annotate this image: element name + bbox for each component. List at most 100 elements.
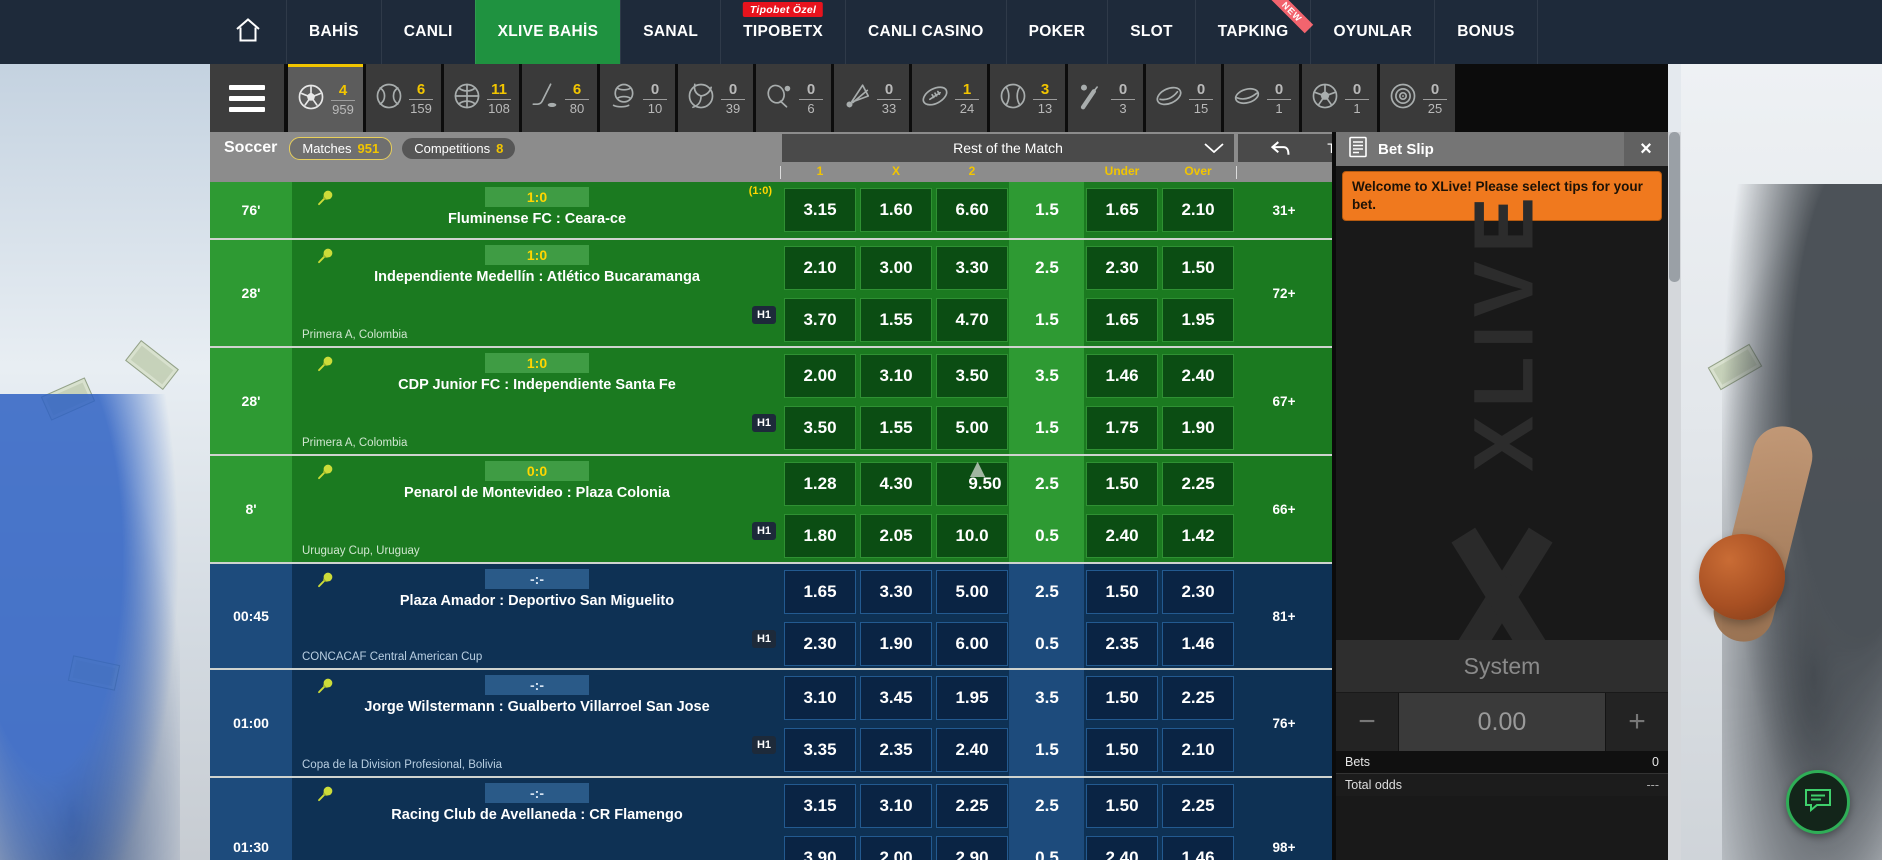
back-button[interactable] <box>1252 134 1308 162</box>
odds-x[interactable]: 1.55 <box>860 298 932 342</box>
odds-over[interactable]: 2.25 <box>1162 462 1234 506</box>
odds-under[interactable]: 2.40 <box>1086 836 1158 860</box>
odds-2[interactable]: 2.90 <box>936 836 1008 860</box>
matches-filter-button[interactable]: Matches 951 <box>289 137 392 160</box>
odds-2[interactable]: 5.00 <box>936 406 1008 450</box>
more-markets-count[interactable]: 76+ <box>1236 670 1332 776</box>
ice-hockey-tab[interactable]: 680 <box>522 64 597 132</box>
basketball-tab[interactable]: 11108 <box>444 64 519 132</box>
handball-tab[interactable]: 010 <box>600 64 675 132</box>
odds-x[interactable]: 2.05 <box>860 514 932 558</box>
more-markets-count[interactable]: 81+ <box>1236 564 1332 668</box>
more-markets-count[interactable]: 67+ <box>1236 348 1332 454</box>
home-button[interactable] <box>210 0 286 64</box>
odds-1[interactable]: 1.65 <box>784 570 856 614</box>
odds-over[interactable]: 1.50 <box>1162 246 1234 290</box>
odds-over[interactable]: 2.10 <box>1162 728 1234 772</box>
odds-2[interactable]: 10.0 <box>936 514 1008 558</box>
odds-under[interactable]: 1.50 <box>1086 728 1158 772</box>
odds-1[interactable]: 3.90 <box>784 836 856 860</box>
odds-x[interactable]: 4.30 <box>860 462 932 506</box>
odds-over[interactable]: 1.95 <box>1162 298 1234 342</box>
more-markets-count[interactable]: 72+ <box>1236 240 1332 346</box>
live-chat-button[interactable] <box>1786 770 1850 834</box>
odds-2[interactable]: 5.00 <box>936 570 1008 614</box>
odds-2[interactable]: 6.60 <box>936 188 1008 232</box>
table-tennis-tab[interactable]: 06 <box>756 64 831 132</box>
odds-2[interactable]: 2.40 <box>936 728 1008 772</box>
odds-2[interactable]: 3.50 <box>936 354 1008 398</box>
odds-over[interactable]: 1.46 <box>1162 836 1234 860</box>
odds-2[interactable]: 3.30 <box>936 246 1008 290</box>
futsal-tab[interactable]: 01 <box>1302 64 1377 132</box>
odds-1[interactable]: 3.15 <box>784 188 856 232</box>
scrollbar-thumb[interactable] <box>1669 132 1680 282</box>
menu-button[interactable] <box>210 64 284 132</box>
pin-match-button[interactable] <box>316 246 335 270</box>
pin-match-button[interactable] <box>316 354 335 378</box>
baseball-tab[interactable]: 313 <box>990 64 1065 132</box>
odds-over[interactable]: 2.25 <box>1162 784 1234 828</box>
more-markets-count[interactable]: 66+ <box>1236 456 1332 562</box>
odds-over[interactable]: 1.46 <box>1162 622 1234 666</box>
odds-under[interactable]: 1.50 <box>1086 784 1158 828</box>
odds-over[interactable]: 2.25 <box>1162 676 1234 720</box>
odds-1[interactable]: 3.35 <box>784 728 856 772</box>
nav-item-poker[interactable]: POKER <box>1006 0 1108 64</box>
odds-1[interactable]: 3.70 <box>784 298 856 342</box>
more-markets-count[interactable]: 98+ <box>1236 778 1332 860</box>
odds-under[interactable]: 1.46 <box>1086 354 1158 398</box>
nav-item-tipobetx[interactable]: Tipobet ÖzelTIPOBETX <box>720 0 845 64</box>
scrollbar[interactable] <box>1668 132 1681 860</box>
odds-over[interactable]: 2.30 <box>1162 570 1234 614</box>
odds-under[interactable]: 2.35 <box>1086 622 1158 666</box>
nav-item-oyunlar[interactable]: OYUNLAR <box>1310 0 1434 64</box>
odds-x[interactable]: 2.00 <box>860 836 932 860</box>
pin-match-button[interactable] <box>316 570 335 594</box>
odds-2[interactable]: ▲9.50 <box>936 462 1008 506</box>
odds-under[interactable]: 2.30 <box>1086 246 1158 290</box>
odds-2[interactable]: 6.00 <box>936 622 1008 666</box>
rugby-league-tab[interactable]: 01 <box>1224 64 1299 132</box>
odds-x[interactable]: 1.90 <box>860 622 932 666</box>
nav-item-canli[interactable]: CANLI <box>381 0 475 64</box>
nav-item-xlive-bahi-s[interactable]: XLIVE BAHİS <box>475 0 621 64</box>
odds-1[interactable]: 2.00 <box>784 354 856 398</box>
odds-x[interactable]: 2.35 <box>860 728 932 772</box>
odds-over[interactable]: 1.42 <box>1162 514 1234 558</box>
odds-1[interactable]: 2.10 <box>784 246 856 290</box>
competitions-filter-button[interactable]: Competitions 8 <box>402 138 515 159</box>
stake-decrease-button[interactable]: − <box>1336 693 1398 751</box>
pin-match-button[interactable] <box>316 188 335 212</box>
odds-1[interactable]: 2.30 <box>784 622 856 666</box>
stake-input[interactable]: 0.00 <box>1399 693 1605 751</box>
rugby-tab[interactable]: 015 <box>1146 64 1221 132</box>
odds-under[interactable]: 1.65 <box>1086 188 1158 232</box>
soccer-tab[interactable]: 4959 <box>288 64 363 132</box>
odds-x[interactable]: 1.55 <box>860 406 932 450</box>
odds-x[interactable]: 1.60 <box>860 188 932 232</box>
darts-tab[interactable]: 025 <box>1380 64 1455 132</box>
odds-1[interactable]: 1.80 <box>784 514 856 558</box>
odds-2[interactable]: 2.25 <box>936 784 1008 828</box>
odds-1[interactable]: 1.28 <box>784 462 856 506</box>
nav-item-sanal[interactable]: SANAL <box>620 0 720 64</box>
volleyball-tab[interactable]: 039 <box>678 64 753 132</box>
odds-under[interactable]: 1.50 <box>1086 570 1158 614</box>
nav-item-tapking[interactable]: NEWTAPKING <box>1195 0 1311 64</box>
nav-item-slot[interactable]: SLOT <box>1107 0 1195 64</box>
odds-under[interactable]: 1.50 <box>1086 462 1158 506</box>
odds-over[interactable]: 1.90 <box>1162 406 1234 450</box>
pin-match-button[interactable] <box>316 462 335 486</box>
odds-under[interactable]: 1.75 <box>1086 406 1158 450</box>
stake-increase-button[interactable]: + <box>1606 693 1668 751</box>
cricket-tab[interactable]: 03 <box>1068 64 1143 132</box>
nav-item-canli-casino[interactable]: CANLI CASINO <box>845 0 1006 64</box>
badminton-tab[interactable]: 033 <box>834 64 909 132</box>
odds-x[interactable]: 3.10 <box>860 354 932 398</box>
close-button[interactable]: × <box>1624 132 1668 166</box>
odds-1[interactable]: 3.15 <box>784 784 856 828</box>
odds-1[interactable]: 3.10 <box>784 676 856 720</box>
market-dropdown-rest-of-match[interactable]: Rest of the Match <box>782 134 1234 162</box>
tennis-tab[interactable]: 6159 <box>366 64 441 132</box>
